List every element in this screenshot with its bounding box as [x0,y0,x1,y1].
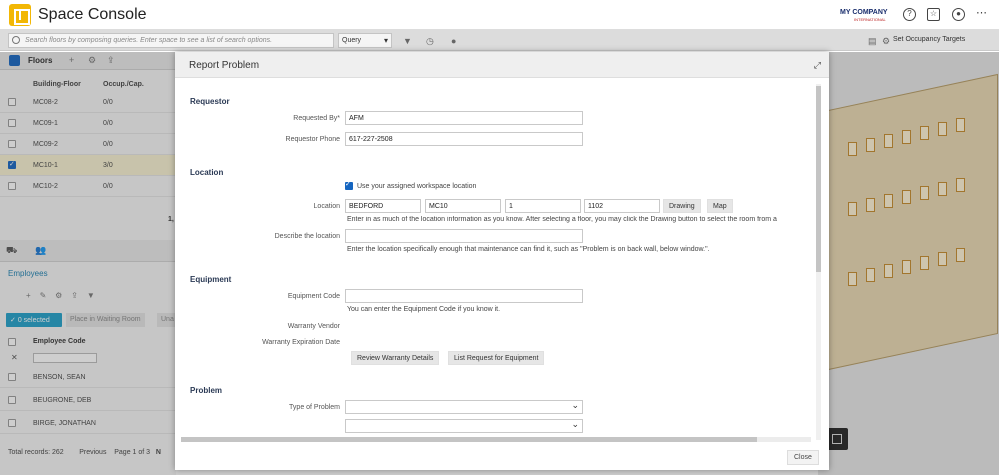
describe-location-hint: Enter the location specifically enough t… [347,246,710,253]
location-label: Location [313,203,340,210]
close-button[interactable]: Close [787,450,819,465]
expand-icon[interactable]: ⤢ [814,60,821,71]
warranty-vendor-label: Warranty Vendor [287,323,340,330]
set-occupancy-targets-button[interactable]: Set Occupancy Targets [893,36,965,43]
section-equipment: Equipment [190,275,232,284]
chart-icon[interactable]: ▤ [868,36,877,47]
user-icon[interactable]: ● [952,8,965,21]
app-title: Space Console [38,6,147,23]
location-hint: Enter in as much of the location informa… [347,216,777,223]
dialog-header: Report Problem ⤢ [175,52,829,78]
equipment-code-hint: You can enter the Equipment Code if you … [347,306,501,313]
more-icon[interactable]: ⋯ [975,8,988,21]
app-header: Space Console MY COMPANY INTERNATIONAL ?… [0,0,999,30]
dialog-title: Report Problem [189,60,260,71]
star-settings-icon[interactable]: ☆ [927,8,940,21]
company-logo: MY COMPANY INTERNATIONAL [840,9,888,22]
app-logo-icon [9,4,31,26]
warranty-expiration-label: Warranty Expiration Date [262,339,340,346]
drawing-button[interactable]: Drawing [663,199,701,213]
section-problem: Problem [190,386,223,395]
use-workspace-location-label: Use your assigned workspace location [357,183,477,190]
level-input[interactable]: 1 [505,199,581,213]
horizontal-scrollbar[interactable] [181,437,811,442]
help-icon[interactable]: ? [903,8,916,21]
equipment-code-label: Equipment Code [287,293,340,300]
list-request-equipment-button[interactable]: List Request for Equipment [448,351,545,365]
toolbar: Search floors by composing queries. Ente… [0,30,999,51]
requestor-phone-input[interactable]: 617-227-2508 [345,132,583,146]
room-input[interactable]: 1102 [584,199,660,213]
section-location: Location [190,168,224,177]
search-input[interactable]: Search floors by composing queries. Ente… [8,33,334,48]
equipment-code-input[interactable] [345,289,583,303]
search-icon [12,36,20,44]
problem-type-select-2[interactable] [345,419,583,433]
floor-input[interactable]: MC10 [425,199,501,213]
type-of-problem-label: Type of Problem [289,404,340,411]
building-input[interactable]: BEDFORD [345,199,421,213]
history-icon[interactable]: ◷ [426,36,434,47]
review-warranty-button[interactable]: Review Warranty Details [351,351,440,365]
describe-location-input[interactable] [345,229,583,243]
filter-icon[interactable]: ▼ [403,36,412,46]
requested-by-input[interactable]: AFM [345,111,583,125]
vertical-scrollbar[interactable] [816,84,821,440]
use-workspace-location-checkbox[interactable] [345,180,353,190]
query-select[interactable]: Query [338,33,392,48]
section-requestor: Requestor [190,97,230,106]
requestor-phone-label: Requestor Phone [285,136,340,143]
help-icon[interactable]: ● [451,36,456,46]
describe-location-label: Describe the location [274,233,340,240]
settings-icon[interactable]: ⚙ [882,36,890,47]
map-button[interactable]: Map [707,199,733,213]
requested-by-label: Requested By* [293,115,340,122]
report-problem-dialog: Report Problem ⤢ Requestor Requested By*… [175,52,829,470]
problem-type-select-1[interactable] [345,400,583,414]
